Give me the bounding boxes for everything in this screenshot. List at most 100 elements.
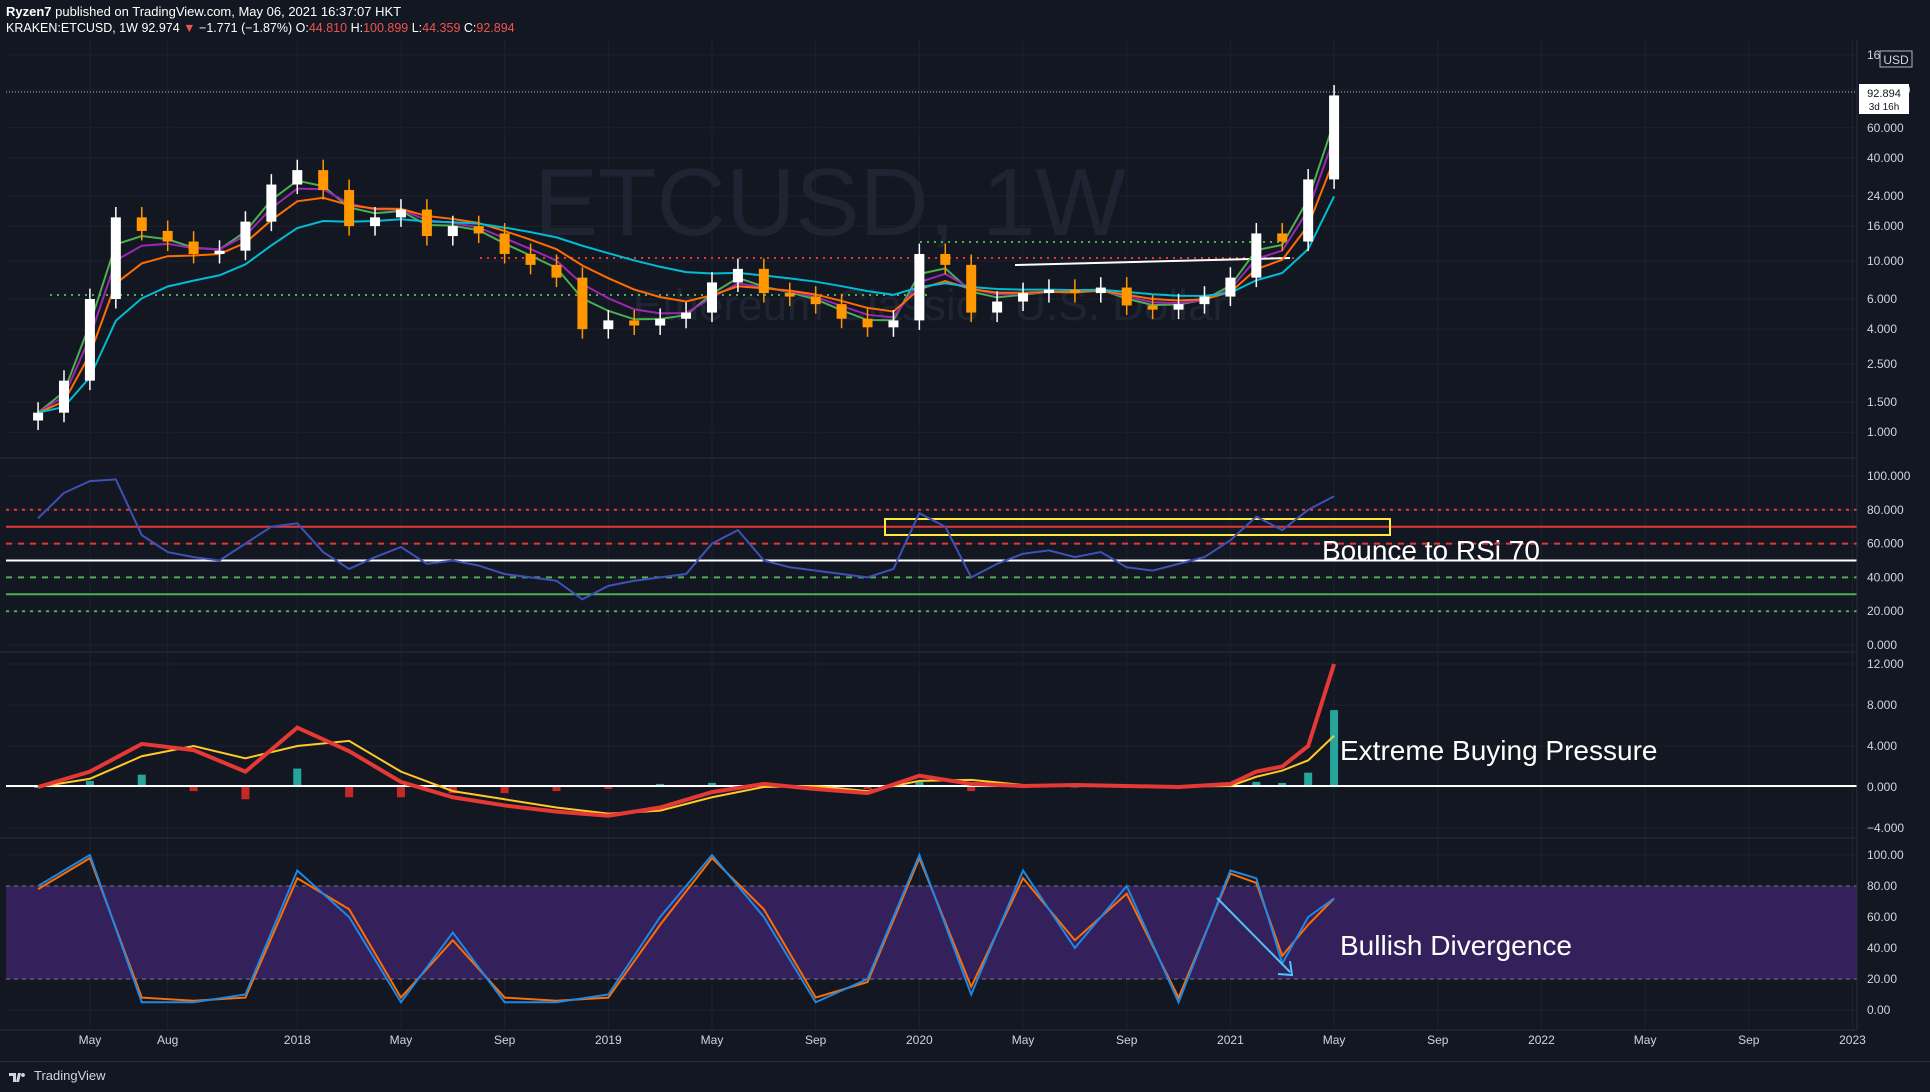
candle-body — [292, 170, 303, 185]
y-tick-label: 20.000 — [1867, 604, 1904, 618]
y-tick-label: 24.000 — [1867, 189, 1904, 203]
y-tick-label: 60.000 — [1867, 121, 1904, 135]
candle-body — [914, 253, 925, 321]
low-value: 44.359 — [422, 21, 461, 35]
y-tick-label: 6.000 — [1867, 292, 1897, 306]
candle-body — [110, 217, 121, 300]
candle-body — [758, 268, 769, 294]
candle-body — [784, 293, 795, 297]
y-tick-label: 40.00 — [1867, 941, 1897, 955]
x-tick-label: May — [390, 1033, 413, 1047]
stoch-band — [6, 886, 1857, 979]
candle-body — [447, 226, 458, 237]
candle-body — [1225, 277, 1236, 297]
candle-body — [732, 268, 743, 283]
countdown-label: 3d 16h — [1869, 102, 1900, 113]
candle-body — [1329, 95, 1340, 180]
candle-body — [318, 170, 329, 191]
chart-canvas: ETCUSD, 1W Ethereum Classic / U.S. Dolla… — [0, 0, 1930, 1091]
candle-body — [862, 318, 873, 328]
chart-header: Ryzen7 published on TradingView.com, May… — [0, 0, 1930, 40]
x-tick-label: May — [1634, 1033, 1657, 1047]
x-tick-label: 2023 — [1839, 1033, 1866, 1047]
candle-body — [421, 209, 432, 237]
macd-histogram-bar — [241, 787, 250, 800]
x-tick-label: May — [1012, 1033, 1035, 1047]
x-tick-label: May — [1323, 1033, 1346, 1047]
y-tick-label: 60.00 — [1867, 910, 1897, 924]
x-tick-label: 2020 — [906, 1033, 933, 1047]
macd-histogram-bar — [967, 787, 976, 792]
candle-body — [188, 241, 199, 254]
candle-body — [1147, 305, 1158, 310]
x-tick-label: Sep — [1738, 1033, 1760, 1047]
macd-histogram-bar — [345, 787, 354, 798]
publisher-name[interactable]: Ryzen7 — [6, 4, 52, 19]
y-tick-label: 16.000 — [1867, 219, 1904, 233]
stoch-annotation: Bullish Divergence — [1340, 930, 1572, 961]
candle-body — [551, 264, 562, 278]
y-tick-label: 1.000 — [1867, 425, 1897, 439]
y-tick-label: 80.00 — [1867, 879, 1897, 893]
candle-body — [966, 264, 977, 313]
candle-body — [888, 320, 899, 328]
candle-body — [655, 318, 666, 326]
macd-annotation: Extreme Buying Pressure — [1340, 735, 1657, 766]
y-tick-label: −4.000 — [1867, 821, 1904, 835]
candle-body — [395, 209, 406, 218]
candle-body — [214, 250, 225, 254]
candle-body — [59, 380, 69, 413]
macd-histogram-bar — [189, 787, 198, 792]
currency-label: USD — [1883, 53, 1909, 67]
brand-name: TradingView — [34, 1068, 106, 1083]
macd-histogram-bar — [500, 787, 509, 794]
price-change: −1.771 (−1.87%) — [199, 21, 293, 35]
y-tick-label: 40.000 — [1867, 570, 1904, 584]
symbol[interactable]: KRAKEN:ETCUSD, 1W — [6, 21, 138, 35]
x-tick-label: 2018 — [284, 1033, 311, 1047]
candle-body — [1069, 289, 1080, 294]
macd-histogram-bar — [604, 787, 613, 790]
x-tick-label: Sep — [494, 1033, 516, 1047]
macd-histogram-bar — [396, 787, 405, 798]
candle-body — [136, 217, 147, 231]
x-tick-label: May — [79, 1033, 102, 1047]
x-tick-label: Sep — [1116, 1033, 1138, 1047]
macd-histogram-bar — [293, 768, 302, 787]
candle-body — [1121, 287, 1132, 306]
candle-body — [810, 296, 821, 305]
y-tick-label: 0.000 — [1867, 780, 1897, 794]
candle-body — [1277, 233, 1288, 242]
y-tick-label: 8.000 — [1867, 698, 1897, 712]
x-tick-label: Sep — [805, 1033, 827, 1047]
y-tick-label: 100.000 — [1867, 469, 1911, 483]
y-tick-label: 12.000 — [1867, 657, 1904, 671]
candle-body — [707, 282, 717, 313]
candle-body — [370, 217, 381, 227]
close-label: C: — [463, 21, 477, 35]
candle-body — [603, 320, 614, 330]
macd-histogram-bar — [863, 787, 872, 790]
candle-body — [1199, 296, 1210, 305]
candle-body — [629, 320, 640, 326]
publish-line: Ryzen7 published on TradingView.com, May… — [6, 4, 401, 19]
candle-body — [836, 304, 847, 319]
tradingview-brand[interactable]: TradingView — [8, 1068, 106, 1083]
low-label: L: — [411, 21, 423, 35]
y-tick-label: 80.000 — [1867, 503, 1904, 517]
candle-body — [1251, 233, 1262, 278]
macd-histogram-bar — [1330, 710, 1339, 787]
candle-body — [1303, 179, 1314, 242]
candle-body — [1018, 293, 1029, 302]
y-tick-label: 4.000 — [1867, 322, 1897, 336]
x-tick-label: 2022 — [1528, 1033, 1555, 1047]
y-tick-label: 0.000 — [1867, 638, 1897, 652]
y-tick-label: 20.00 — [1867, 972, 1897, 986]
candle-body — [525, 253, 536, 265]
macd-histogram-bar — [552, 787, 561, 792]
current-price: 92.974 — [141, 21, 180, 35]
candle-body — [1173, 304, 1184, 310]
symbol-line: KRAKEN:ETCUSD, 1W 92.974 ▼ −1.771 (−1.87… — [6, 21, 515, 35]
candle-body — [84, 299, 95, 381]
published-text: published on TradingView.com, May 06, 20… — [55, 4, 402, 19]
